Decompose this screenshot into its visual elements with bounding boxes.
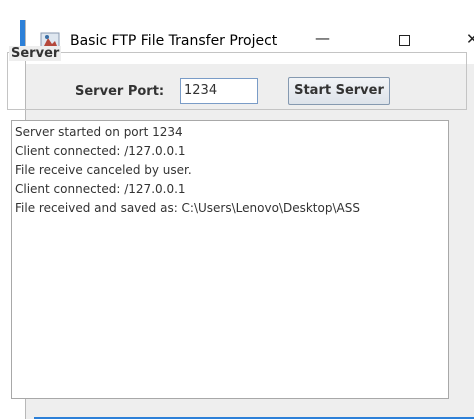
close-button[interactable]: ✕	[466, 30, 474, 48]
log-line: Client connected: /127.0.0.1	[15, 144, 186, 158]
maximize-button[interactable]	[399, 35, 410, 46]
log-line: Client connected: /127.0.0.1	[15, 182, 186, 196]
log-line: File receive canceled by user.	[15, 163, 192, 177]
server-port-label: Server Port:	[75, 84, 165, 99]
log-line: File received and saved as: C:\Users\Len…	[15, 201, 360, 215]
window-title: Basic FTP File Transfer Project	[70, 33, 278, 49]
minimize-button[interactable]: —	[315, 29, 330, 47]
log-line: Server started on port 1234	[15, 125, 183, 139]
server-group-title: Server	[9, 46, 62, 61]
server-port-input[interactable]: 1234	[180, 78, 258, 104]
start-server-button[interactable]: Start Server	[288, 77, 390, 105]
server-log-textarea[interactable]: Server started on port 1234 Client conne…	[11, 120, 449, 399]
